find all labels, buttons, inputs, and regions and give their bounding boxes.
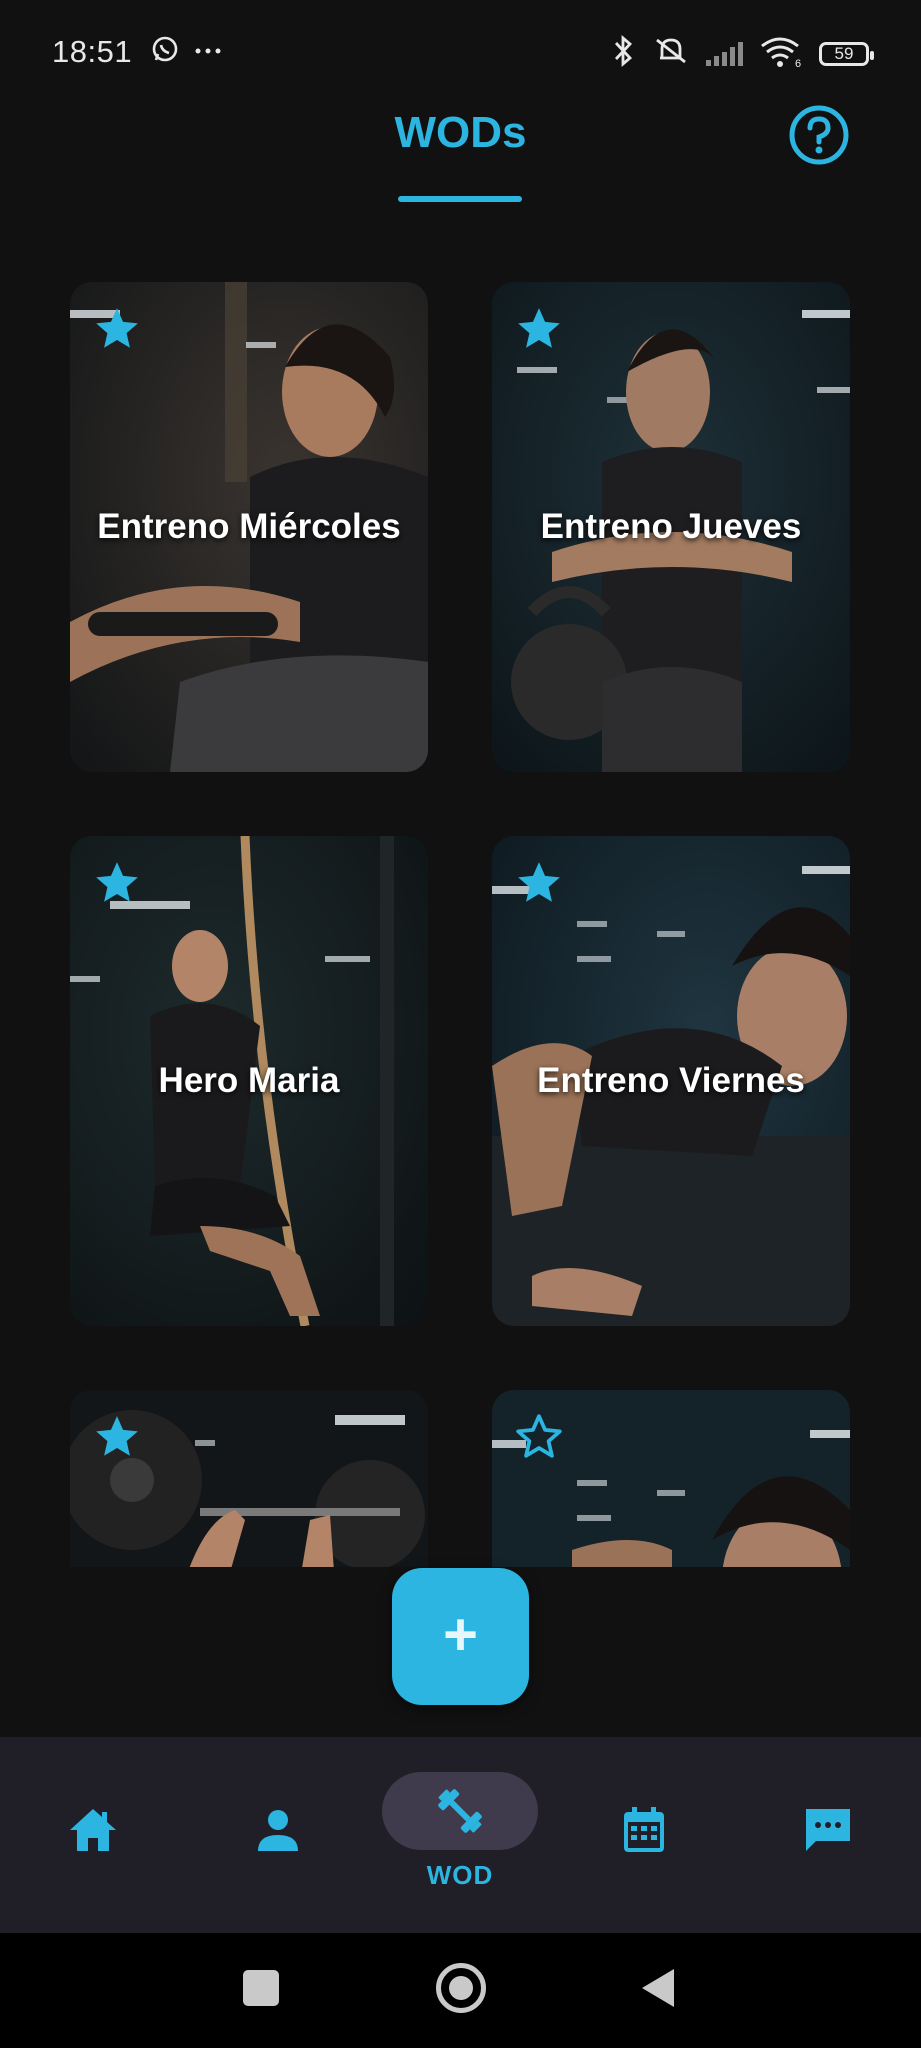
wod-card-title: Entreno Miércoles	[97, 507, 401, 546]
help-button[interactable]	[788, 104, 850, 166]
wod-card-title: Hero Maria	[158, 1061, 340, 1100]
calendar-icon	[623, 1807, 664, 1852]
wod-card-title: Entreno Viernes	[537, 1061, 805, 1100]
signal-icon	[706, 41, 743, 66]
silent-mode-icon	[652, 34, 690, 73]
dumbbell-icon	[438, 1788, 482, 1833]
help-circle-icon	[789, 105, 849, 165]
nav-item-label: WOD	[426, 1859, 494, 1890]
star-filled-icon[interactable]	[514, 304, 564, 354]
nav-active-indicator	[382, 1771, 538, 1850]
svg-text:6: 6	[795, 58, 801, 68]
star-filled-icon[interactable]	[92, 858, 142, 908]
page-title: WODs	[394, 108, 527, 157]
star-filled-icon[interactable]	[92, 1412, 142, 1462]
app-header: WODs	[0, 100, 921, 210]
battery-icon: 59	[819, 41, 874, 66]
recents-button[interactable]	[243, 1970, 279, 2006]
wod-card-title: Entreno Jueves	[540, 507, 802, 546]
status-time: 18:51	[52, 34, 133, 69]
nav-item-messages[interactable]	[790, 1737, 865, 1933]
star-filled-icon[interactable]	[92, 304, 142, 354]
wod-card[interactable]: Entreno Miércoles	[70, 282, 428, 772]
home-button[interactable]	[436, 1963, 486, 2013]
star-outline-icon[interactable]	[514, 1412, 564, 1462]
wod-grid: Entreno Miércoles Entreno Jueves Hero Ma…	[70, 282, 851, 1567]
star-filled-icon[interactable]	[514, 858, 564, 908]
nav-item-wod[interactable]: WOD	[382, 1733, 538, 1929]
person-icon	[257, 1810, 298, 1851]
wod-card[interactable]	[492, 1390, 850, 1567]
status-bar: 18:51 6 59	[0, 0, 921, 100]
bottom-nav: WOD	[0, 1737, 921, 1933]
nav-item-profile[interactable]	[240, 1737, 315, 1933]
wod-card[interactable]: Entreno Viernes	[492, 836, 850, 1326]
system-nav-bar	[0, 1933, 921, 2048]
nav-item-home[interactable]	[55, 1737, 130, 1933]
wod-card[interactable]	[70, 1390, 428, 1567]
whatsapp-icon	[150, 34, 180, 69]
chat-icon	[805, 1809, 850, 1851]
more-dots-icon	[194, 43, 224, 61]
plus-icon: +	[442, 1600, 479, 1668]
wifi-icon: 6	[759, 34, 803, 73]
nav-item-calendar[interactable]	[606, 1737, 681, 1933]
add-wod-button[interactable]: +	[392, 1568, 529, 1705]
wod-card[interactable]: Entreno Jueves	[492, 282, 850, 772]
status-right-icons: 6 59	[610, 34, 874, 73]
home-icon	[69, 1809, 116, 1851]
back-button[interactable]	[640, 1967, 676, 2009]
title-underline	[398, 196, 522, 202]
bluetooth-icon	[610, 34, 636, 73]
status-left-icons	[150, 34, 224, 69]
wod-card[interactable]: Hero Maria	[70, 836, 428, 1326]
